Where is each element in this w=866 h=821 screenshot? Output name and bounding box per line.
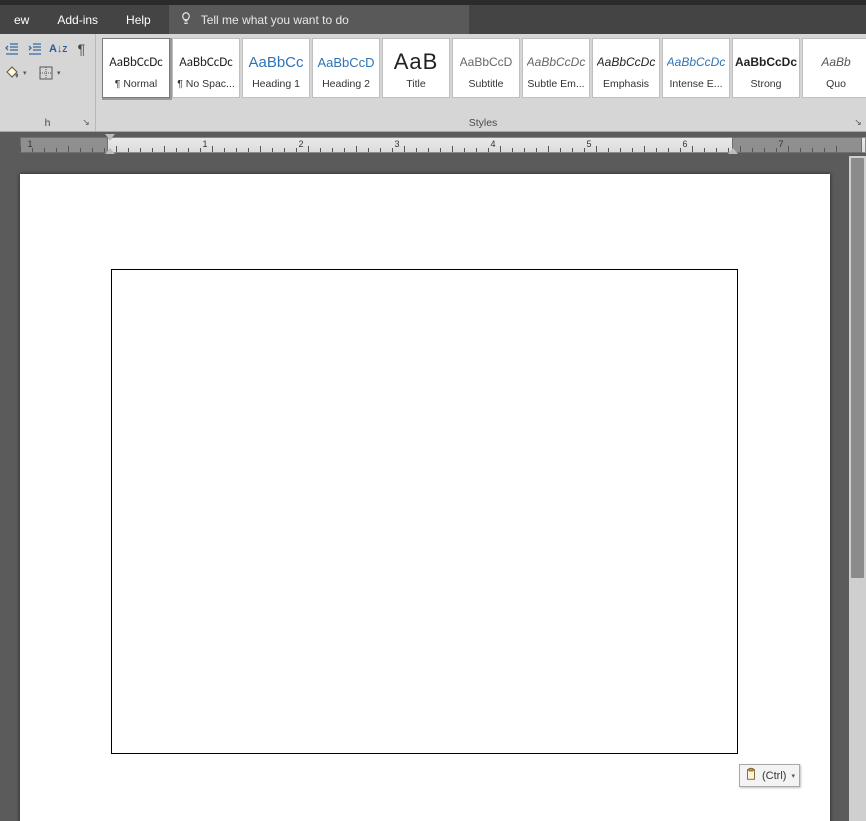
style-name-label: Subtitle [466,78,505,90]
style-preview: AaBbCcDc [109,46,163,78]
ruler-number: 2 [298,139,303,149]
paste-options-button[interactable]: (Ctrl) ▾ [739,764,800,787]
right-indent-marker[interactable] [728,148,738,154]
style-name-label: Intense E... [667,78,724,90]
borders-button[interactable]: ▾ [34,62,68,84]
tell-me-search[interactable]: Tell me what you want to do [169,5,469,34]
style-preview: AaBbCcDc [735,46,797,78]
tab-help[interactable]: Help [112,5,165,34]
paste-options-label: (Ctrl) [762,770,786,782]
tell-me-placeholder: Tell me what you want to do [201,13,349,27]
styles-dialog-launcher[interactable]: ↘ [852,116,864,128]
style-preview: AaBbCcDc [667,46,726,78]
style-heading-2[interactable]: AaBbCcDHeading 2 [312,38,380,98]
style-preview: AaBbCc [248,46,303,78]
horizontal-ruler[interactable]: 11234567 [0,132,866,156]
style-preview: AaBbCcDc [179,46,233,78]
style-preview: AaBbCcDc [527,46,586,78]
increase-indent-button[interactable] [23,38,46,60]
document-page[interactable]: (Ctrl) ▾ [20,174,830,821]
shading-button[interactable]: ▾ [0,62,34,84]
chevron-down-icon: ▾ [23,69,27,77]
ruler-number: 1 [202,139,207,149]
style-heading-1[interactable]: AaBbCcHeading 1 [242,38,310,98]
style-name-label: ¶ No Spac... [175,78,237,90]
ruler-number: 4 [490,139,495,149]
chevron-down-icon: ▾ [791,772,795,780]
style-intense-e-[interactable]: AaBbCcDcIntense E... [662,38,730,98]
style-name-label: Emphasis [601,78,651,90]
ribbon: A↓Z ¶ ▾ ▾ h ↘ AaBbCcDc¶ NormalAaBbCcDc¶ … [0,34,866,132]
style-subtitle[interactable]: AaBbCcDSubtitle [452,38,520,98]
decrease-indent-button[interactable] [0,38,23,60]
clipboard-icon [744,767,758,784]
ruler-number: 7 [778,139,783,149]
style--no-spac-[interactable]: AaBbCcDc¶ No Spac... [172,38,240,98]
inserted-rectangle-shape[interactable] [111,269,738,754]
sort-button[interactable]: A↓Z [47,38,70,60]
first-line-indent-marker[interactable] [105,134,115,140]
tab-view[interactable]: ew [0,5,43,34]
lightbulb-icon [179,11,193,28]
style-quo[interactable]: AaBbQuo [802,38,866,98]
document-workspace: (Ctrl) ▾ [0,156,866,821]
menu-bar: ew Add-ins Help Tell me what you want to… [0,5,866,34]
style-name-label: Quo [824,78,848,90]
style-name-label: Strong [749,78,784,90]
styles-group: AaBbCcDc¶ NormalAaBbCcDc¶ No Spac...AaBb… [96,34,866,131]
paragraph-dialog-launcher[interactable]: ↘ [80,116,92,128]
style-name-label: Subtle Em... [525,78,586,90]
style-preview: AaB [394,46,439,78]
style-preview: AaBb [821,46,850,78]
ruler-number: 5 [586,139,591,149]
ruler-number: 3 [394,139,399,149]
tab-addins[interactable]: Add-ins [43,5,112,34]
vertical-scrollbar[interactable] [849,156,866,821]
style-name-label: Heading 2 [320,78,372,90]
style-title[interactable]: AaBTitle [382,38,450,98]
style-preview: AaBbCcD [317,46,374,78]
hanging-indent-marker[interactable] [105,148,115,154]
style-subtle-em-[interactable]: AaBbCcDcSubtle Em... [522,38,590,98]
paragraph-group: A↓Z ¶ ▾ ▾ h ↘ [0,34,96,131]
chevron-down-icon: ▾ [57,69,61,77]
style--normal[interactable]: AaBbCcDc¶ Normal [102,38,170,98]
styles-gallery[interactable]: AaBbCcDc¶ NormalAaBbCcDc¶ No Spac...AaBb… [102,38,866,102]
style-strong[interactable]: AaBbCcDcStrong [732,38,800,98]
styles-group-label: Styles [96,117,866,129]
style-name-label: ¶ Normal [113,78,159,90]
style-preview: AaBbCcD [460,46,513,78]
style-name-label: Heading 1 [250,78,302,90]
show-paragraph-marks-button[interactable]: ¶ [70,38,93,60]
style-emphasis[interactable]: AaBbCcDcEmphasis [592,38,660,98]
scrollbar-thumb[interactable] [851,158,864,578]
style-preview: AaBbCcDc [597,46,656,78]
style-name-label: Title [404,78,427,90]
ruler-number: 6 [682,139,687,149]
